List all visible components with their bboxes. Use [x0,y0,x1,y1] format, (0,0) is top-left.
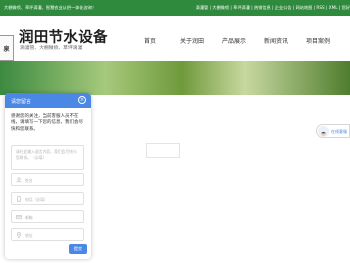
content-placeholder [146,143,180,158]
nav-item-products[interactable]: 产品展示 [222,36,246,45]
phone-icon [17,196,21,202]
mail-icon [16,215,22,220]
submit-button[interactable]: 提交 [69,244,87,254]
site-header: 泉 润田节水设备 滴灌管、大棚微喷、草坪滴灌 首页 关于润田 产品展示 新闻资讯… [0,16,350,61]
top-bar: 大棚微喷、草坪滴灌，智慧农业从把一体化咨询！ 滴灌管 | 大棚微喷 | 草坪滴灌… [0,0,350,16]
nav-item-home[interactable]: 首页 [144,36,156,45]
popup-title: 请您留言 [11,99,32,105]
logo[interactable]: 泉 [0,35,14,61]
top-links[interactable]: 滴灌管 | 大棚微喷 | 草坪滴灌 | 热销信息 | 企业公告 | 网站地图 |… [196,5,350,11]
hero-banner [0,61,350,95]
user-icon [16,177,22,183]
nav-item-cases[interactable]: 项目案例 [306,36,330,45]
nav-item-about[interactable]: 关于润田 [180,36,204,45]
close-icon[interactable]: × [78,96,86,104]
brand-subtitle: 滴灌管、大棚微喷、草坪滴灌 [20,46,83,51]
name-field[interactable]: 姓名 [11,173,84,186]
top-tagline: 大棚微喷、草坪滴灌，智慧农业从把一体化咨询！ [4,5,97,10]
address-field[interactable]: 地址 [11,228,84,241]
agent-icon [321,131,326,137]
popup-message: 感谢您的关注，当前客服人员不在线，请填写一下您的信息，我们会尽快和您联系。 [11,114,83,132]
message-textarea[interactable]: 请在此输入留言内容，我们会尽快与您联系。（必填） [11,145,84,170]
email-field[interactable]: 邮箱 [11,210,84,223]
phone-field[interactable]: 电话（必填） [11,192,84,205]
address-placeholder: 地址 [25,233,33,238]
agent-avatar [318,126,329,137]
message-popup: 请您留言 × 感谢您的关注，当前客服人员不在线，请填写一下您的信息，我们会尽快和… [5,93,91,259]
name-placeholder: 姓名 [25,178,33,183]
service-label: 在线客服 [331,129,347,134]
nav-item-news[interactable]: 新闻资讯 [264,36,288,45]
email-placeholder: 邮箱 [25,215,33,220]
phone-placeholder: 电话（必填） [25,197,48,202]
online-service-widget[interactable]: 在线客服 [316,124,350,138]
location-icon [16,232,22,238]
